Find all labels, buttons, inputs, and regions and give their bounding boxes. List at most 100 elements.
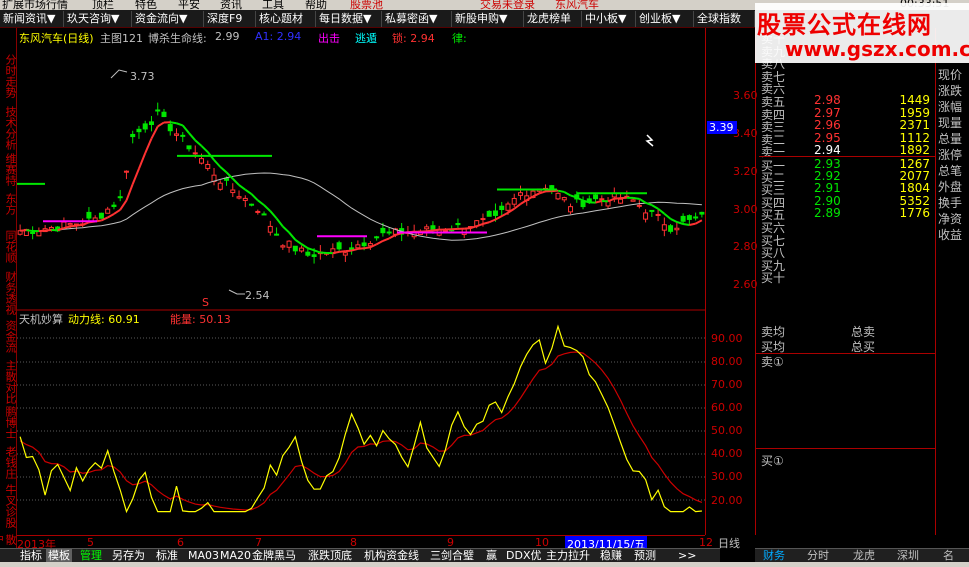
ma-short-segment	[332, 250, 340, 255]
left-tab-intraday[interactable]: 分时走势	[1, 54, 17, 98]
axis-osc-label: 40.00	[711, 447, 743, 460]
candle-body	[167, 124, 173, 132]
rtab-finance[interactable]: 财务	[763, 549, 785, 563]
menu-pingan[interactable]: 平安	[178, 0, 200, 10]
ma-short-segment	[282, 225, 290, 234]
left-tab-tonghuashun[interactable]: 同花顺	[1, 230, 17, 263]
nav-jiutian[interactable]: 玖天咨询▼	[64, 11, 132, 27]
left-tab-finance[interactable]: 财务透视	[1, 271, 17, 315]
candle-body	[299, 247, 305, 252]
order-buy-row[interactable]: 买十	[759, 269, 936, 286]
tab-inst-fund[interactable]: 机构资金线	[362, 549, 421, 563]
rtab-shenzhen[interactable]: 深圳	[897, 549, 919, 563]
nav-daily-data[interactable]: 每日数据▼	[316, 11, 382, 27]
nav-core-topics[interactable]: 核心题材	[256, 11, 316, 27]
watermark-title: 股票公式在线网	[757, 11, 932, 39]
chart-stock-title: 东风汽车(日线)	[19, 32, 94, 45]
ma-short-segment	[76, 223, 83, 227]
menu-top-bar[interactable]: 顶栏	[92, 0, 114, 10]
axis-osc-label: 60.00	[711, 401, 743, 414]
tab-standard[interactable]: 标准	[154, 549, 180, 563]
ma-short-segment	[263, 204, 271, 212]
tab-top-bottom[interactable]: 涨跌顶底	[306, 549, 354, 563]
nav-private-letter[interactable]: 私募密函▼	[382, 11, 452, 27]
stock-pool-link[interactable]: 股票池	[350, 0, 383, 10]
menu-extended-market[interactable]: 扩展市场行情	[2, 0, 68, 10]
candle-body	[305, 251, 311, 256]
candle-body	[480, 218, 486, 221]
candle-body	[280, 245, 286, 248]
candle-body	[618, 198, 624, 204]
ma-short-segment	[651, 204, 659, 210]
tab-indicator[interactable]: 指标	[18, 549, 44, 563]
osc-power-value: 动力线: 60.91	[68, 313, 140, 326]
left-tab-laoqianzhuang[interactable]: 老钱庄	[1, 446, 17, 479]
menu-help[interactable]: 帮助	[305, 0, 327, 10]
tab-golden-horse[interactable]: 金牌黑马	[250, 549, 298, 563]
stat-price-label: 现价	[938, 68, 963, 82]
nav-news[interactable]: 新闻资讯▼	[0, 11, 64, 27]
order-level-label: 买十	[761, 271, 786, 286]
ma-short-segment	[176, 122, 184, 127]
nav-gem-board[interactable]: 创业板▼	[636, 11, 694, 27]
ma-short-segment	[219, 166, 228, 174]
ma-short-segment	[70, 224, 77, 228]
rtab-dragon[interactable]: 龙虎	[853, 549, 875, 563]
ma-short-segment	[501, 211, 509, 217]
left-tab-fund-flow[interactable]: 资金流	[1, 320, 17, 353]
nav-f9[interactable]: 深度F9	[204, 11, 256, 27]
tab-save-as[interactable]: 另存为	[110, 549, 147, 563]
ma-short-segment	[345, 249, 352, 253]
left-tab-retail[interactable]: 散户	[0, 531, 17, 548]
left-tab-pengboshi[interactable]: 鹏博士	[1, 406, 17, 439]
nav-sme-board[interactable]: 中小板▼	[582, 11, 636, 27]
period-daily[interactable]: 日线	[718, 535, 740, 551]
ma-short-segment	[682, 223, 690, 226]
rtab-intraday[interactable]: 分时	[807, 549, 829, 563]
menu-tools[interactable]: 工具	[262, 0, 284, 10]
left-tab-diagnosis[interactable]: 牛叉诊股	[1, 484, 17, 528]
tab-more[interactable]: >>	[676, 549, 698, 563]
high-marker-line	[110, 69, 128, 79]
tab-three-swords[interactable]: 三剑合璧	[428, 549, 476, 563]
menu-news[interactable]: 资讯	[220, 0, 242, 10]
tab-ma20[interactable]: MA20	[218, 549, 253, 563]
tab-steady-profit[interactable]: 稳赚	[598, 549, 624, 563]
stat-pct-label: 涨幅	[938, 100, 963, 114]
candle-body	[255, 210, 261, 213]
candle-body	[636, 204, 642, 207]
buy-one-indicator: 买①	[761, 454, 784, 468]
tab-manage[interactable]: 管理	[78, 549, 104, 563]
ma-short-segment	[607, 197, 615, 203]
order-book-panel: 卖十卖九卖八卖七卖六卖五2.981449卖四2.971959卖三2.962371…	[755, 28, 936, 535]
trade-login-status[interactable]: 交易未登录	[480, 0, 535, 10]
nav-dragon-tiger[interactable]: 龙虎榜单	[524, 11, 582, 27]
tab-ddx[interactable]: DDX优	[504, 549, 543, 563]
left-tab-dongfang[interactable]: 东方	[1, 193, 17, 215]
rtab-name[interactable]: 名	[943, 549, 954, 563]
candle-body	[561, 197, 567, 201]
tab-win[interactable]: 赢	[484, 549, 499, 563]
nav-ipo[interactable]: 新股申购▼	[452, 11, 524, 27]
tab-template[interactable]: 模板	[46, 549, 72, 563]
tab-forecast[interactable]: 预测	[632, 549, 658, 563]
chart-main-formula[interactable]: 主图121	[100, 30, 143, 46]
nav-fund-flow[interactable]: 资金流向▼	[132, 11, 204, 27]
tab-main-pull[interactable]: 主力拉升	[544, 549, 592, 563]
ma-short-segment	[576, 196, 584, 202]
candle-body	[274, 233, 280, 236]
candle-body	[205, 164, 211, 169]
candlestick-chart[interactable]	[17, 28, 705, 535]
candle-body	[136, 128, 142, 133]
nav-global-index[interactable]: 全球指数	[694, 11, 755, 27]
left-tab-weisaite[interactable]: 维赛特	[1, 153, 17, 186]
left-tab-technical[interactable]: 技术分析	[1, 106, 17, 150]
status-bar	[0, 562, 969, 567]
menu-special[interactable]: 特色	[135, 0, 157, 10]
ma-short-segment	[670, 218, 678, 223]
candle-body	[261, 213, 267, 216]
ma-short-segment	[257, 199, 265, 206]
left-tab-main-retail[interactable]: 主散对比	[1, 360, 17, 404]
ma-short-segment	[494, 215, 503, 221]
tab-ma03[interactable]: MA03	[186, 549, 221, 563]
